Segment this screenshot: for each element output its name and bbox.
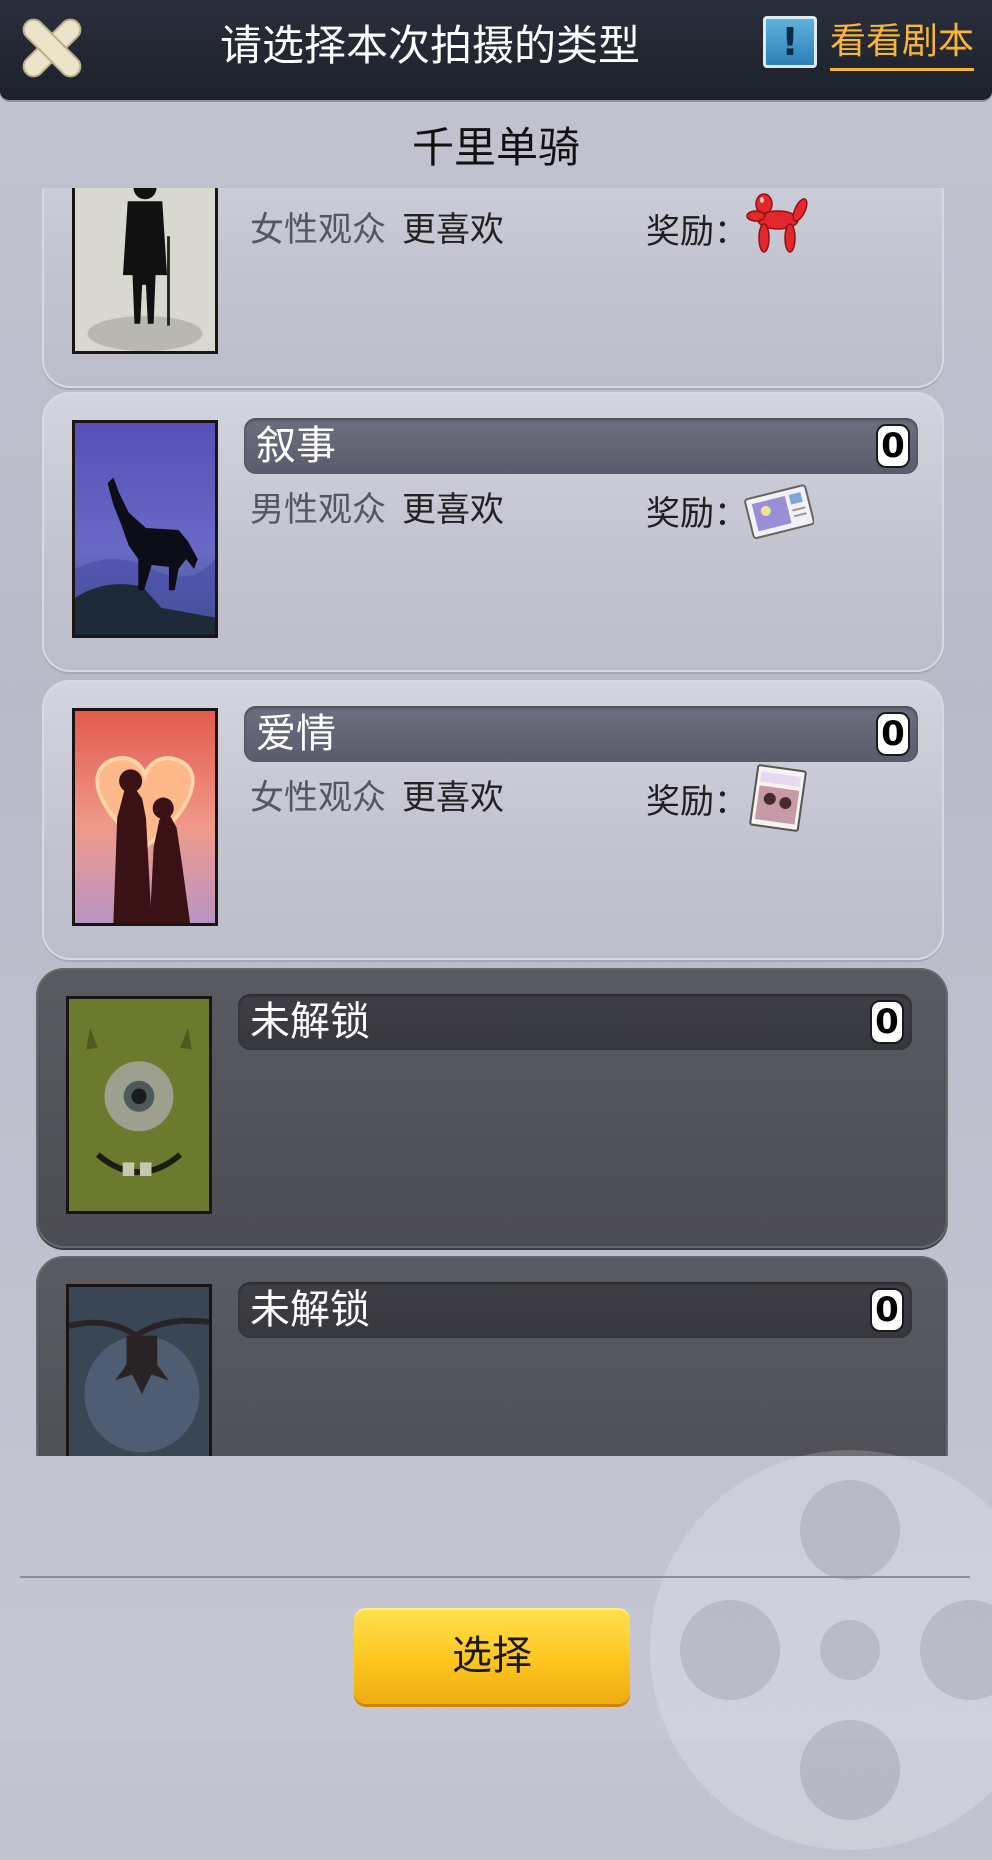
- preference-label: 更喜欢: [402, 210, 504, 250]
- genre-name: 未解锁: [250, 999, 370, 1045]
- genre-card-locked-1[interactable]: 未解锁 0: [36, 968, 948, 1248]
- page-title: 请选择本次拍摄的类型: [219, 21, 640, 70]
- genre-name: 爱情: [256, 711, 336, 757]
- audience-label: 女性观众: [250, 210, 386, 250]
- view-script-link[interactable]: 看看剧本: [830, 18, 975, 71]
- audience-text: 女性观众 更喜欢: [250, 776, 504, 820]
- genre-name: 未解锁: [250, 1287, 370, 1333]
- genre-count: 0: [870, 1288, 904, 1332]
- love-magazine-icon: [742, 762, 814, 834]
- one-eyed-monster-poster: [66, 996, 212, 1214]
- couple-heart-poster: [72, 708, 218, 926]
- gentleman-silhouette-poster: [72, 188, 218, 354]
- bottom-divider: [20, 1576, 970, 1578]
- genre-name-bar: 爱情 0: [244, 706, 918, 762]
- reward-label: 奖励：: [646, 782, 748, 822]
- genre-card-romance[interactable]: 爱情 0 女性观众 更喜欢 奖励：: [42, 680, 944, 960]
- postcard-icon: [742, 474, 815, 546]
- genre-count: 0: [876, 712, 910, 756]
- genre-name-bar: 叙事 0: [244, 418, 918, 474]
- top-bar: 请选择本次拍摄的类型 ! 看看剧本: [0, 0, 992, 102]
- close-icon[interactable]: [14, 10, 90, 86]
- genre-card-narrative[interactable]: 叙事 0 男性观众 更喜欢 奖励：: [42, 392, 944, 672]
- preference-label: 更喜欢: [402, 490, 504, 530]
- audience-label: 男性观众: [250, 490, 386, 530]
- reward-label: 奖励：: [646, 212, 748, 252]
- exclamation-icon[interactable]: !: [763, 16, 817, 68]
- reward-label: 奖励：: [646, 494, 748, 534]
- howling-wolf-poster: [72, 420, 218, 638]
- genre-card-0[interactable]: 女性观众 更喜欢 奖励：: [42, 188, 944, 388]
- audience-text: 男性观众 更喜欢: [250, 488, 504, 532]
- genre-count: 0: [876, 424, 910, 468]
- movie-title: 千里单骑: [411, 123, 580, 172]
- genre-name: 叙事: [256, 423, 336, 469]
- balloon-dog-icon: [742, 190, 814, 262]
- genre-card-locked-2[interactable]: 未解锁 0: [36, 1256, 948, 1456]
- genre-name-bar: 未解锁 0: [238, 994, 912, 1050]
- bat-moon-poster: [66, 1284, 212, 1456]
- select-button[interactable]: 选择: [354, 1608, 630, 1704]
- genre-name-bar: 未解锁 0: [238, 1282, 912, 1338]
- genre-list[interactable]: 女性观众 更喜欢 奖励： 叙事 0 男性观众 更喜欢 奖励： 爱情 0 女性观众…: [34, 188, 954, 1456]
- film-reel-icon: [650, 1450, 992, 1850]
- preference-label: 更喜欢: [402, 778, 504, 818]
- audience-label: 女性观众: [250, 778, 386, 818]
- audience-text: 女性观众 更喜欢: [250, 208, 504, 252]
- genre-count: 0: [870, 1000, 904, 1044]
